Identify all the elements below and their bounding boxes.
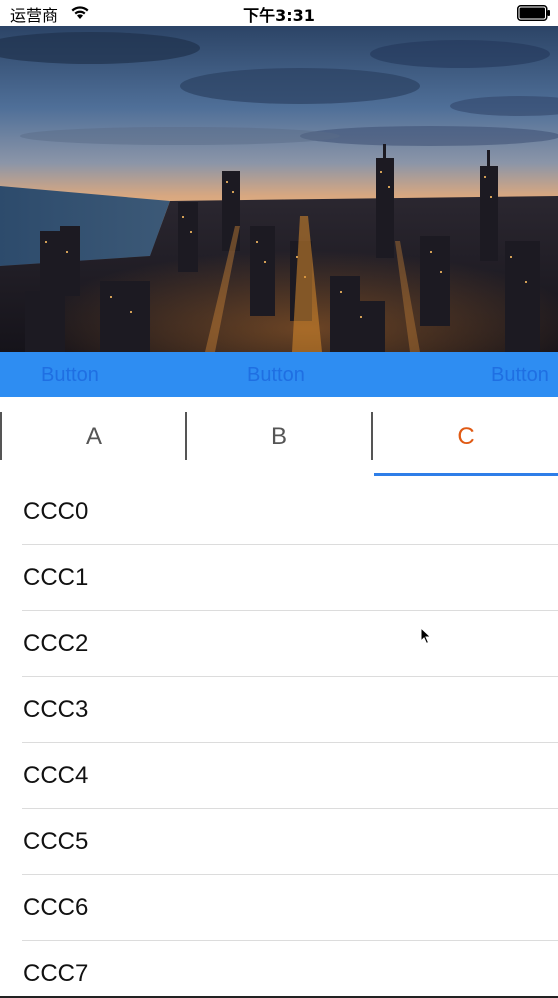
list-item[interactable]: CCC4 — [0, 743, 558, 809]
mouse-pointer-icon — [420, 626, 432, 650]
status-time: 下午3:31 — [243, 6, 315, 25]
list-item-label: CCC4 — [23, 762, 89, 789]
bar-button-1[interactable]: Button — [41, 352, 99, 397]
segment-tabs: A B C — [0, 397, 558, 479]
list-item-label: CCC6 — [23, 894, 89, 921]
list-item[interactable]: CCC3 — [0, 677, 558, 743]
tab-divider — [371, 412, 373, 460]
app-screen: 运营商 下午3:31 Button Button Button A B C CC… — [0, 0, 558, 998]
list-item-label: CCC0 — [23, 498, 89, 525]
list-item[interactable]: CCC0 — [0, 479, 558, 545]
button-bar: Button Button Button — [0, 352, 558, 397]
battery-icon — [517, 5, 551, 26]
list-item-label: CCC2 — [23, 630, 89, 657]
list-item[interactable]: CCC6 — [0, 875, 558, 941]
bar-button-3[interactable]: Button — [491, 352, 549, 397]
tab-b[interactable]: B — [187, 397, 371, 477]
item-list: CCC0 CCC1 CCC2 CCC3 CCC4 CCC5 CCC6 CCC7 — [0, 479, 558, 998]
list-item[interactable]: CCC1 — [0, 545, 558, 611]
list-item-label: CCC5 — [23, 828, 89, 855]
bar-button-2[interactable]: Button — [247, 352, 305, 397]
list-item[interactable]: CCC2 — [0, 611, 558, 677]
tab-a[interactable]: A — [2, 397, 186, 477]
tab-c[interactable]: C — [374, 397, 558, 477]
status-bar: 运营商 下午3:31 — [0, 0, 558, 26]
list-item-label: CCC7 — [23, 960, 89, 987]
list-item-label: CCC3 — [23, 696, 89, 723]
list-item-label: CCC1 — [23, 564, 89, 591]
list-item[interactable]: CCC7 — [0, 941, 558, 998]
hero-city-image — [0, 26, 558, 352]
list-item[interactable]: CCC5 — [0, 809, 558, 875]
tab-selected-indicator — [374, 473, 558, 476]
